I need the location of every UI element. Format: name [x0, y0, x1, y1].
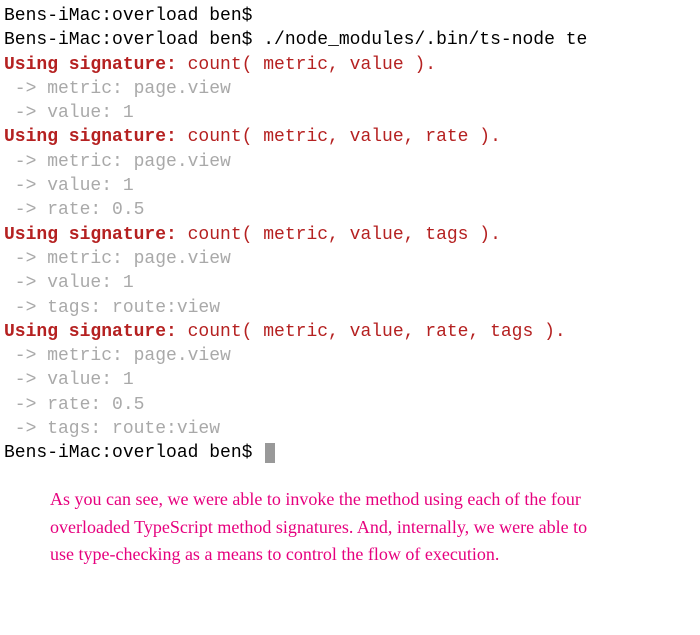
- signature-text: count( metric, value, tags ).: [177, 225, 501, 245]
- signature-text: count( metric, value, rate, tags ).: [177, 322, 566, 342]
- caption-highlight: overloaded TypeScript method signatures: [50, 517, 349, 537]
- terminal-output: Bens-iMac:overload ben$ Bens-iMac:overlo…: [0, 0, 700, 466]
- shell-prompt: Bens-iMac:overload ben$: [4, 30, 252, 50]
- signature-label: Using signature:: [4, 55, 177, 75]
- signature-line: Using signature: count( metric, value, r…: [4, 125, 696, 149]
- output-line: -> value: 1: [4, 101, 696, 125]
- signature-label: Using signature:: [4, 225, 177, 245]
- shell-prompt: Bens-iMac:overload ben$: [4, 6, 252, 26]
- output-line: -> value: 1: [4, 368, 696, 392]
- output-line: -> value: 1: [4, 271, 696, 295]
- caption-text-part1: As you can see, we were able to invoke t…: [50, 489, 581, 509]
- output-line: -> rate: 0.5: [4, 198, 696, 222]
- signature-text: count( metric, value ).: [177, 55, 436, 75]
- output-line: -> value: 1: [4, 174, 696, 198]
- prompt-line-empty: Bens-iMac:overload ben$: [4, 4, 696, 28]
- output-line: -> metric: page.view: [4, 150, 696, 174]
- signature-label: Using signature:: [4, 322, 177, 342]
- signature-label: Using signature:: [4, 127, 177, 147]
- output-line: -> tags: route:view: [4, 296, 696, 320]
- command-run: ./node_modules/.bin/ts-node te: [252, 30, 587, 50]
- cursor-block-icon: [265, 443, 275, 463]
- output-line: -> metric: page.view: [4, 344, 696, 368]
- signature-line: Using signature: count( metric, value ).: [4, 53, 696, 77]
- command-empty: [252, 6, 263, 26]
- prompt-line-run: Bens-iMac:overload ben$ ./node_modules/.…: [4, 28, 696, 52]
- shell-prompt: Bens-iMac:overload ben$: [4, 443, 252, 463]
- output-line: -> tags: route:view: [4, 417, 696, 441]
- output-line: -> rate: 0.5: [4, 393, 696, 417]
- annotation-caption: As you can see, we were able to invoke t…: [0, 466, 660, 570]
- signature-text: count( metric, value, rate ).: [177, 127, 501, 147]
- output-line: -> metric: page.view: [4, 77, 696, 101]
- spacer: [252, 443, 263, 463]
- output-line: -> metric: page.view: [4, 247, 696, 271]
- signature-line: Using signature: count( metric, value, r…: [4, 320, 696, 344]
- signature-line: Using signature: count( metric, value, t…: [4, 223, 696, 247]
- prompt-line-cursor[interactable]: Bens-iMac:overload ben$: [4, 441, 696, 465]
